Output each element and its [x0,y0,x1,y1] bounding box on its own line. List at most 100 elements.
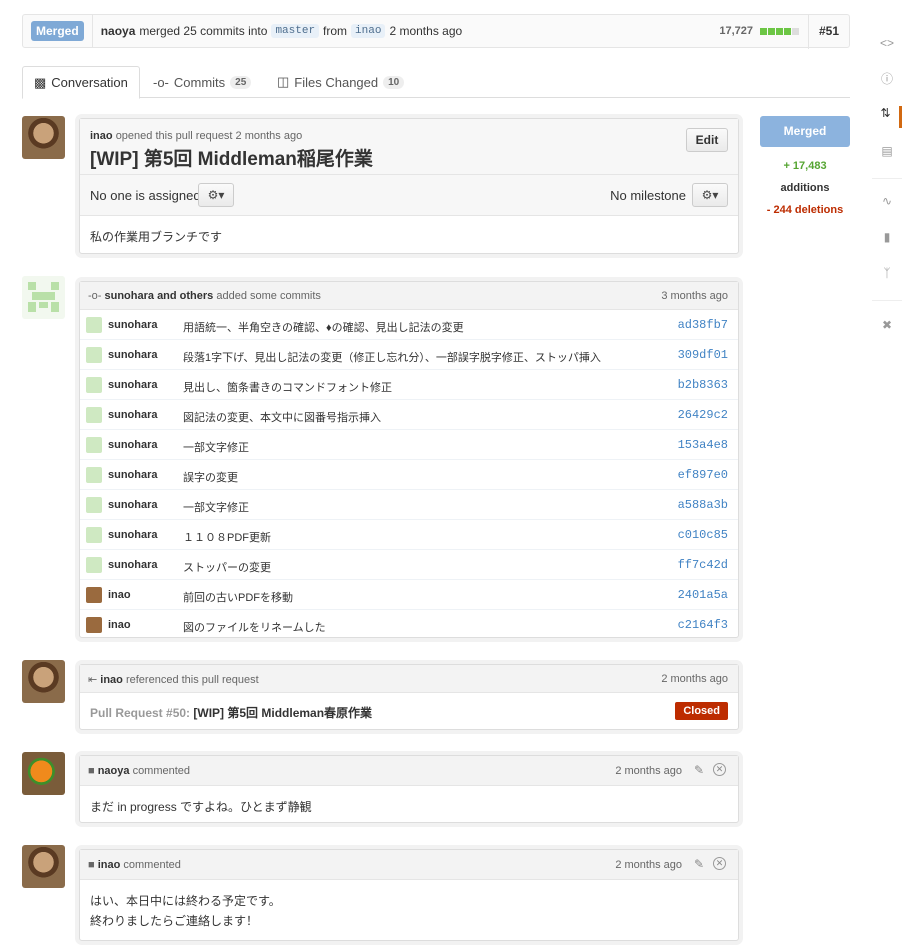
commit-message[interactable]: １１０８PDF更新 [183,529,271,545]
gear-icon: ⚙▾ [701,188,719,202]
tab-conversation[interactable]: ▩ Conversation [22,66,140,99]
avatar[interactable] [22,845,65,888]
assignee-text: No one is assigned [90,188,201,203]
commit-author[interactable]: sunohara [108,409,158,421]
commit-author[interactable]: sunohara [108,319,158,331]
commit-sha-link[interactable]: 309df01 [678,348,728,362]
avatar[interactable] [22,752,65,795]
table-row: sunohara 図記法の変更、本文中に図番号指示挿入 26429c2 [80,400,738,430]
commit-message[interactable]: 前回の古いPDFを移動 [183,589,293,605]
close-icon[interactable]: ✕ [713,763,726,776]
commit-author[interactable]: sunohara [108,559,158,571]
pr-number: #51 [818,24,839,38]
commit-author[interactable]: sunohara [108,469,158,481]
avatar[interactable] [86,347,102,363]
identicon-icon [28,282,59,312]
avatar[interactable] [22,276,65,319]
commit-sha-link[interactable]: ef897e0 [678,468,728,482]
avatar[interactable] [86,497,102,513]
comment: ■ inao commented 2 months ago ✎ ✕ はい、本日中… [79,849,739,941]
referenced-pr-link[interactable]: Pull Request #50: [WIP] 第5回 Middleman春原作… [90,704,372,721]
sidebar-additions-value: + 17,483 [783,160,827,172]
diff-icon: ◫ [277,74,290,89]
code-icon[interactable]: <> [872,36,902,58]
commit-sha-link[interactable]: 2401a5a [678,588,728,602]
commit-sha-link[interactable]: c2164f3 [678,618,728,632]
commit-author[interactable]: sunohara [108,349,158,361]
pencil-icon[interactable]: ✎ [694,763,704,777]
issues-icon[interactable]: ⓘ [872,70,902,92]
network-icon[interactable]: ᛉ [872,266,902,288]
settings-icon[interactable]: ✖ [872,318,902,340]
commit-message[interactable]: 一部文字修正 [183,499,249,515]
commit-message[interactable]: 図記法の変更、本文中に図番号指示挿入 [183,409,381,425]
pencil-icon[interactable]: ✎ [694,857,704,871]
milestone-gear-button[interactable]: ⚙▾ [692,183,728,207]
avatar[interactable] [86,467,102,483]
table-row: sunohara 一部文字修正 a588a3b [80,490,738,520]
pr-body: 私の作業用ブランチです [90,230,223,244]
commit-sha-link[interactable]: 153a4e8 [678,438,728,452]
commit-sha-link[interactable]: a588a3b [678,498,728,512]
commit-author[interactable]: inao [108,589,131,601]
commit-sha-link[interactable]: ff7c42d [678,558,728,572]
commit-sha-link[interactable]: b2b8363 [678,378,728,392]
commit-author[interactable]: sunohara [108,379,158,391]
avatar[interactable] [22,660,65,703]
page-title: [WIP] 第5回 Middleman稲尾作業 [90,149,373,170]
commit-message[interactable]: 見出し、箇条書きのコマンドフォント修正 [183,379,392,395]
table-row: sunohara 段落1字下げ、見出し記法の変更（修正し忘れ分）、一部誤字脱字修正… [80,340,738,370]
commit-message[interactable]: 用語統一、半角空きの確認、♦の確認、見出し記法の変更 [183,319,464,335]
table-row: sunohara ストッパーの変更 ff7c42d [80,550,738,580]
assignee-gear-button[interactable]: ⚙▾ [198,183,234,207]
table-row: sunohara 一部文字修正 153a4e8 [80,430,738,460]
commit-author[interactable]: sunohara [108,529,158,541]
pull-request-icon[interactable]: ⇅ [872,106,902,128]
commit-message[interactable]: 図のファイルをリネームした [183,619,326,635]
merged-badge: Merged [31,21,84,41]
pr-tabs: ▩ Conversation -o- Commits 25 ◫ Files Ch… [22,66,850,99]
commit-sha-link[interactable]: c010c85 [678,528,728,542]
table-row: sunohara １１０８PDF更新 c010c85 [80,520,738,550]
close-icon[interactable]: ✕ [713,857,726,870]
diffstat-count: 17,727 [719,25,753,37]
avatar[interactable] [86,437,102,453]
edit-button[interactable]: Edit [686,128,728,152]
commit-sha-link[interactable]: ad38fb7 [678,318,728,332]
avatar[interactable] [86,377,102,393]
sidebar-additions-label: additions [780,182,830,194]
wiki-icon[interactable]: ▤ [872,144,902,166]
commit-author[interactable]: sunohara [108,439,158,451]
comment-icon: ■ [88,765,98,777]
milestone-text: No milestone [610,188,686,203]
commit-author[interactable]: sunohara [108,499,158,511]
tab-files-changed[interactable]: ◫ Files Changed 10 [266,66,415,98]
pulse-icon[interactable]: ∿ [872,194,902,216]
table-row: sunohara 誤字の変更 ef897e0 [80,460,738,490]
avatar[interactable] [86,317,102,333]
avatar[interactable] [86,407,102,423]
merge-time: 2 months ago [389,24,463,38]
commit-author[interactable]: inao [108,619,131,631]
commits-block: -o- sunohara and others added some commi… [79,281,739,638]
graphs-icon[interactable]: ▮ [872,230,902,252]
gear-icon: ⚙▾ [207,188,225,202]
commit-message[interactable]: ストッパーの変更 [183,559,271,575]
avatar[interactable] [86,527,102,543]
avatar[interactable] [22,116,65,159]
from-word: from [323,24,348,38]
commit-message[interactable]: 段落1字下げ、見出し記法の変更（修正し忘れ分）、一部誤字脱字修正、ストッパ挿入 [183,349,601,365]
avatar[interactable] [86,587,102,603]
reference-event: ⇤ inao referenced this pull request 2 mo… [79,664,739,730]
tab-commits[interactable]: -o- Commits 25 [142,66,262,98]
avatar[interactable] [86,557,102,573]
commit-sha-link[interactable]: 26429c2 [678,408,728,422]
author-link[interactable]: inao [90,130,113,142]
comment-discussion-icon: ▩ [34,74,47,90]
commit-message[interactable]: 一部文字修正 [183,439,249,455]
merger-link[interactable]: naoya [101,24,136,38]
pr-opening-post: inao opened this pull request 2 months a… [79,118,739,254]
sidebar-deletions: - 244 deletions [766,204,844,216]
avatar[interactable] [86,617,102,633]
commit-message[interactable]: 誤字の変更 [183,469,238,485]
